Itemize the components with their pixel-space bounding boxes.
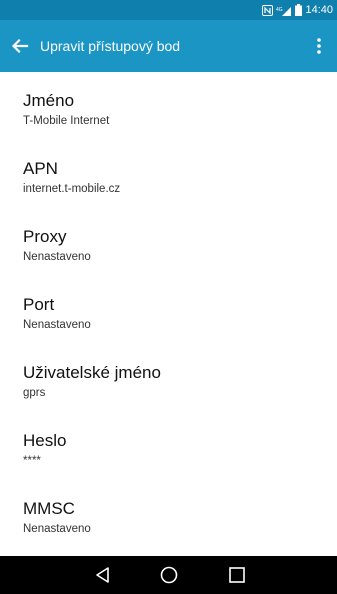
setting-value: Nenastaveno (23, 251, 91, 263)
setting-value: internet.t-mobile.cz (23, 183, 121, 195)
setting-title: Proxy (23, 227, 67, 246)
setting-item-proxy[interactable]: Proxy Nenastaveno (0, 208, 337, 276)
setting-title: Uživatelské jméno (23, 363, 161, 382)
setting-item-name[interactable]: Jméno T-Mobile Internet (0, 72, 337, 140)
back-triangle-icon[interactable] (72, 556, 132, 594)
recents-square-icon[interactable] (207, 556, 267, 594)
svg-text:4G: 4G (276, 7, 283, 13)
navigation-bar (0, 556, 337, 594)
setting-value: Nenastaveno (23, 523, 91, 535)
home-circle-icon[interactable] (139, 556, 199, 594)
status-time: 14:40 (305, 4, 333, 16)
setting-item-port[interactable]: Port Nenastaveno (0, 276, 337, 344)
setting-item-apn[interactable]: APN internet.t-mobile.cz (0, 140, 337, 208)
setting-item-mmsc[interactable]: MMSC Nenastaveno (0, 480, 337, 548)
signal-icon: 4G (276, 5, 292, 16)
battery-icon (295, 4, 303, 16)
settings-list: Jméno T-Mobile Internet APN internet.t-m… (0, 72, 337, 556)
setting-title: APN (23, 159, 58, 178)
arrow-left-icon[interactable] (6, 32, 34, 60)
nfc-icon (262, 4, 274, 16)
setting-value: Nenastaveno (23, 319, 91, 331)
setting-title: Port (23, 295, 55, 314)
setting-value: **** (23, 455, 41, 467)
setting-value: T-Mobile Internet (23, 115, 110, 127)
setting-item-username[interactable]: Uživatelské jméno gprs (0, 344, 337, 412)
more-vert-icon[interactable] (305, 32, 333, 60)
status-bar: 4G 14:40 (0, 0, 337, 20)
setting-value: gprs (23, 387, 46, 399)
setting-item-password[interactable]: Heslo **** (0, 412, 337, 480)
page-title: Upravit přístupový bod (40, 38, 181, 54)
setting-title: Heslo (23, 431, 67, 450)
setting-title: Jméno (23, 91, 75, 110)
app-bar: Upravit přístupový bod (0, 20, 337, 72)
setting-title: MMSC (23, 499, 75, 518)
status-icons: 4G 14:40 (262, 3, 333, 17)
